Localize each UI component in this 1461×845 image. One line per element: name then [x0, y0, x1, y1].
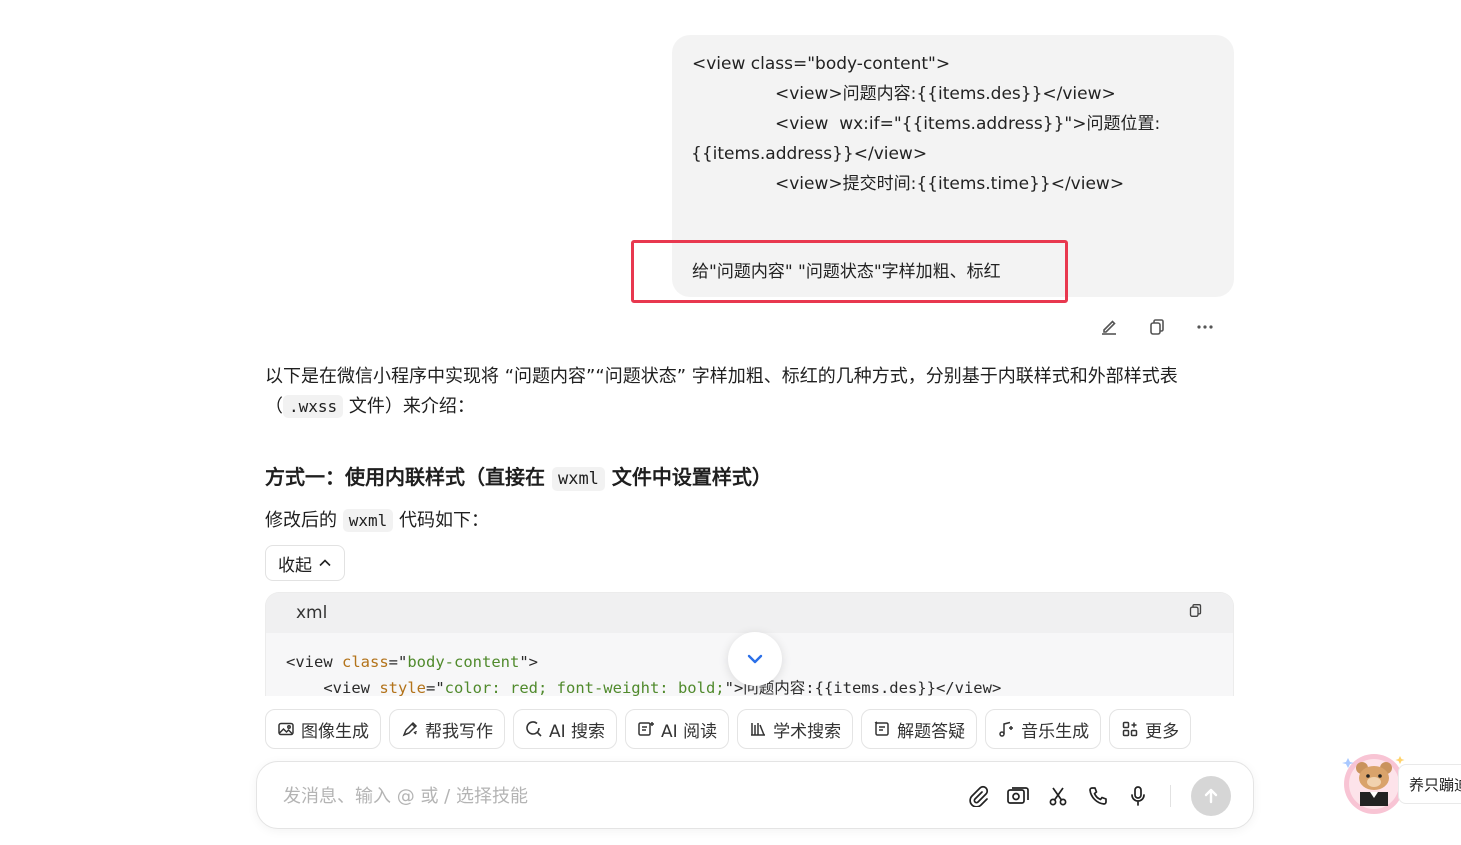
skill-label: 图像生成 — [301, 721, 369, 742]
message-input[interactable] — [283, 780, 943, 812]
highlight-annotation-box — [631, 240, 1068, 303]
arrow-up-icon — [1204, 788, 1218, 804]
answer-intro: 以下是在微信小程序中实现将 “问题内容”“问题状态” 字样加粗、标红的几种方式，… — [265, 362, 1235, 422]
collapse-label: 收起 — [278, 555, 312, 576]
code-line-4: {{items.address}}</view> — [691, 144, 928, 164]
skill-writing[interactable]: 帮我写作 — [389, 709, 505, 749]
tool-divider — [1170, 785, 1171, 807]
message-actions — [1098, 316, 1216, 338]
heading-text-end: 文件中设置样式） — [604, 465, 772, 489]
skill-problem-solving[interactable]: 解题答疑 — [861, 709, 978, 749]
assistant-answer: 以下是在微信小程序中实现将 “问题内容”“问题状态” 字样加粗、标红的几种方式，… — [265, 362, 1235, 548]
send-button[interactable] — [1191, 776, 1231, 816]
skill-label: 音乐生成 — [1021, 721, 1090, 742]
method-heading: 方式一：使用内联样式（直接在 wxml 文件中设置样式） — [265, 462, 1235, 494]
inline-code-wxss: .wxss — [283, 395, 344, 418]
heading-text: 方式一：使用内联样式（直接在 — [265, 465, 552, 489]
intro-text-end: 文件）来介绍： — [343, 396, 475, 417]
mascot-label[interactable]: 养只蹦迪 — [1398, 764, 1461, 804]
more-icon[interactable] — [1194, 316, 1216, 338]
code-line-3: <view wx:if="{{items.address}}">问题位置: — [775, 114, 1161, 134]
skill-label: 解题答疑 — [897, 721, 966, 742]
copy-icon[interactable] — [1146, 316, 1168, 338]
skill-ai-search[interactable]: AI 搜索 — [513, 709, 618, 749]
collapse-button[interactable]: 收起 — [265, 545, 345, 581]
phone-icon[interactable] — [1086, 776, 1110, 816]
copy-code-icon[interactable] — [1188, 603, 1203, 623]
answer-subtext: 修改后的 wxml 代码如下： — [265, 506, 1235, 536]
code-line-2: <view>问题内容:{{items.des}}</view> — [775, 84, 1116, 104]
message-composer — [256, 761, 1254, 829]
code-line-1: <view class="body-content"> — [692, 54, 951, 74]
scroll-to-bottom-button[interactable] — [728, 632, 782, 686]
music-icon — [999, 721, 1014, 737]
microphone-icon[interactable] — [1126, 776, 1150, 816]
skill-label: AI 阅读 — [661, 721, 718, 742]
inline-code-wxml: wxml — [551, 467, 605, 491]
skill-bar: 图像生成 帮我写作 AI 搜索 AI 阅读 学术搜索 解题答疑 音乐生成 更多 — [265, 709, 1192, 749]
edit-icon[interactable] — [1098, 316, 1120, 338]
sub-text: 修改后的 — [265, 510, 343, 531]
academic-icon — [751, 723, 766, 736]
composer-tools — [966, 776, 1231, 816]
sub-text-end: 代码如下： — [393, 510, 489, 531]
solve-icon — [874, 721, 889, 736]
image-icon — [278, 722, 294, 736]
skill-label: 帮我写作 — [425, 721, 493, 742]
attachment-icon[interactable] — [966, 776, 990, 816]
chevron-down-icon — [747, 654, 763, 664]
skill-label: 学术搜索 — [773, 721, 842, 742]
search-icon — [526, 721, 542, 737]
skill-music-generation[interactable]: 音乐生成 — [985, 709, 1102, 749]
skill-label: 更多 — [1145, 721, 1180, 742]
skill-academic-search[interactable]: 学术搜索 — [737, 709, 854, 749]
pen-icon — [402, 721, 418, 737]
code-line-5: <view>提交时间:{{items.time}}</view> — [775, 174, 1125, 194]
code-block-header: xml — [266, 593, 1233, 633]
scissors-icon[interactable] — [1046, 776, 1070, 816]
image-upload-icon[interactable] — [1006, 776, 1030, 816]
code-language: xml — [296, 603, 328, 623]
skill-more[interactable]: 更多 — [1109, 709, 1192, 749]
read-icon — [638, 722, 655, 736]
skill-label: AI 搜索 — [549, 721, 606, 742]
inline-code-wxml-2: wxml — [342, 509, 394, 532]
skill-image-generation[interactable]: 图像生成 — [265, 709, 381, 749]
chevron-up-icon — [319, 559, 331, 567]
grid-icon — [1122, 721, 1138, 737]
skill-ai-read[interactable]: AI 阅读 — [625, 709, 730, 749]
